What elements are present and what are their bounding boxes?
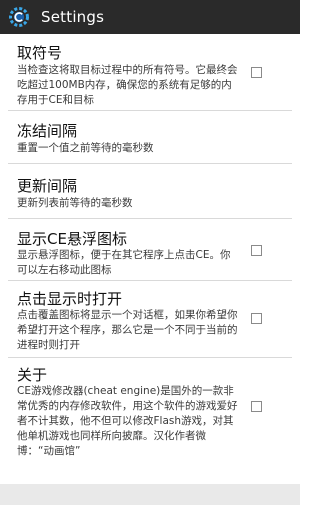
pref-update-interval[interactable]: 更新间隔 更新列表前等待的毫秒数: [0, 164, 300, 218]
pref-freeze-interval[interactable]: 冻结间隔 重置一个值之前等待的毫秒数: [0, 111, 300, 163]
pref-show-floating-icon[interactable]: 显示CE悬浮图标 显示悬浮图标，便于在其它程序上点击CE。你可以左右移动此图标: [0, 219, 300, 280]
pref-about[interactable]: 关于 CE游戏修改器(cheat engine)是国外的一款非常优秀的内存修改软…: [0, 358, 300, 484]
pref-title: 取符号: [17, 44, 63, 62]
pref-title: 关于: [17, 366, 48, 384]
about-checkbox[interactable]: [251, 401, 262, 412]
pref-summary: 显示悬浮图标，便于在其它程序上点击CE。你可以左右移动此图标: [17, 249, 231, 276]
pref-title: 点击显示时打开: [17, 290, 123, 308]
open-on-click-checkbox[interactable]: [251, 313, 262, 324]
pref-summary: 更新列表前等待的毫秒数: [17, 197, 133, 209]
action-bar: Settings: [0, 0, 300, 34]
pref-title: 冻结间隔: [17, 122, 78, 140]
pref-summary: 点击覆盖图标将显示一个对话框，如果你希望你希望打开这个程序，那么它是一个不同于当…: [17, 309, 238, 351]
pref-open-on-click[interactable]: 点击显示时打开 点击覆盖图标将显示一个对话框，如果你希望你希望打开这个程序，那么…: [0, 281, 300, 357]
page-title: Settings: [41, 8, 105, 26]
pref-fetch-symbols[interactable]: 取符号 当检查这将取目标过程中的所有符号。它最终会吃超过100MB内存，确保您的…: [0, 34, 300, 110]
bottom-bar: [0, 484, 300, 505]
pref-summary: CE游戏修改器(cheat engine)是国外的一款非常优秀的内存修改软件，用…: [17, 385, 238, 457]
show-floating-icon-checkbox[interactable]: [251, 245, 262, 256]
pref-title: 更新间隔: [17, 177, 78, 195]
pref-title: 显示CE悬浮图标: [17, 230, 127, 248]
pref-summary: 当检查这将取目标过程中的所有符号。它最终会吃超过100MB内存，确保您的系统有足…: [17, 64, 238, 106]
fetch-symbols-checkbox[interactable]: [251, 67, 262, 78]
cheat-engine-gear-icon[interactable]: [7, 5, 31, 29]
pref-summary: 重置一个值之前等待的毫秒数: [17, 142, 154, 154]
preferences-list: 取符号 当检查这将取目标过程中的所有符号。它最终会吃超过100MB内存，确保您的…: [0, 34, 300, 484]
